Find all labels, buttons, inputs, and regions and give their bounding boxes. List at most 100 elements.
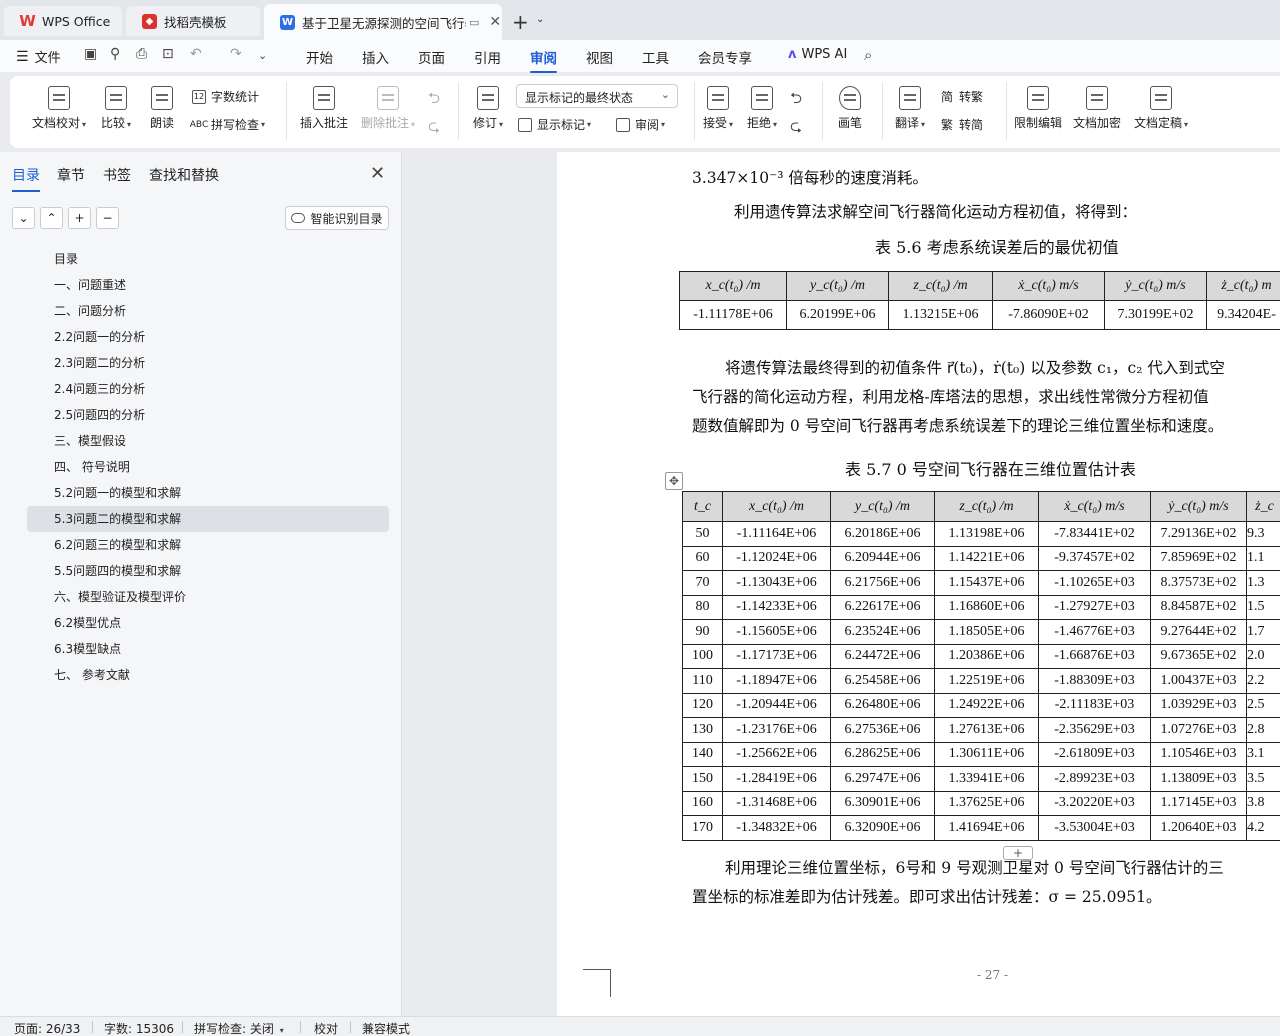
track-changes-button[interactable]: 修订 ▾ <box>466 86 510 131</box>
share-icon[interactable]: ⚲ <box>110 46 120 62</box>
table2-cell[interactable]: 6.30901E+06 <box>830 790 935 816</box>
tab-daoke-templates[interactable]: ◆ 找稻壳模板 <box>126 6 260 36</box>
table2-cell[interactable]: 1.30611E+06 <box>934 741 1039 767</box>
table2-cell[interactable]: 6.21756E+06 <box>830 570 935 596</box>
table2-cell[interactable]: -1.20944E+06 <box>722 692 831 718</box>
table2-cell[interactable]: -1.25662E+06 <box>722 741 831 767</box>
table2-cell[interactable]: 4.2 <box>1246 815 1280 841</box>
previous-change-icon[interactable]: ⮌ <box>790 88 802 113</box>
table2-cell[interactable]: 1.15437E+06 <box>934 570 1039 596</box>
next-change-icon[interactable]: ⮎ <box>790 116 802 141</box>
table2-cell[interactable]: 6.20944E+06 <box>830 545 935 571</box>
table2-cell[interactable]: 6.25458E+06 <box>830 668 935 694</box>
table2-cell[interactable]: 1.7 <box>1246 619 1280 645</box>
table2-cell[interactable]: -3.20220E+03 <box>1038 790 1151 816</box>
read-aloud-button[interactable]: 朗读 <box>146 86 178 131</box>
previous-comment-icon[interactable]: ⮌ <box>428 88 440 113</box>
toc-item[interactable]: 2.4问题三的分析 <box>0 376 402 402</box>
table2-cell[interactable]: 140 <box>682 741 723 767</box>
menu-member[interactable]: 会员专享 <box>698 47 752 67</box>
toc-item[interactable]: 七、 参考文献 <box>0 662 402 688</box>
status-word-count[interactable]: 字数: 15306 <box>104 1020 174 1036</box>
toc-item[interactable]: 2.5问题四的分析 <box>0 402 402 428</box>
table1-cell[interactable]: 6.20199E+06 <box>786 300 889 330</box>
table2-cell[interactable]: 6.27536E+06 <box>830 717 935 743</box>
toc-item[interactable]: 四、 符号说明 <box>0 454 402 480</box>
table2-cell[interactable]: 3.8 <box>1246 790 1280 816</box>
table2-cell[interactable]: 7.85969E+02 <box>1150 545 1247 571</box>
toc-item[interactable]: 六、模型验证及模型评价 <box>0 584 402 610</box>
redo-icon[interactable]: ↷ <box>230 46 242 62</box>
restrict-edit-button[interactable]: 限制编辑 <box>1012 86 1064 131</box>
table2-cell[interactable]: 160 <box>682 790 723 816</box>
delete-comment-button[interactable]: 删除批注 ▾ <box>356 86 420 131</box>
table2-cell[interactable]: 1.20386E+06 <box>934 643 1039 669</box>
toc-item[interactable]: 6.2模型优点 <box>0 610 402 636</box>
menu-page[interactable]: 页面 <box>418 47 445 67</box>
nav-tab-toc[interactable]: 目录 <box>12 165 40 192</box>
toc-item[interactable]: 目录 <box>0 246 402 272</box>
markup-state-select[interactable]: 显示标记的最终状态 ⌄ <box>516 84 678 108</box>
table1-header-cell[interactable]: x_c(t₀) /m <box>679 271 787 301</box>
table1-header-cell[interactable]: ż_c(t₀) m <box>1206 271 1280 301</box>
table2-cell[interactable]: 1.16860E+06 <box>934 594 1039 620</box>
add-heading-icon[interactable]: + <box>68 207 91 229</box>
file-menu[interactable]: ☰ 文件 <box>16 47 61 67</box>
table2-header-cell[interactable]: x_c(t₀) /m <box>722 491 831 522</box>
table2-cell[interactable]: 80 <box>682 594 723 620</box>
table1-cell[interactable]: 7.30199E+02 <box>1104 300 1207 330</box>
tab-list-chevron-icon[interactable]: ⌄ <box>536 14 544 25</box>
table2-cell[interactable]: -1.28419E+06 <box>722 766 831 792</box>
doc-check-button[interactable]: 文档校对 ▾ <box>28 86 90 131</box>
table2-cell[interactable]: 1.5 <box>1246 594 1280 620</box>
table2-cell[interactable]: -1.17173E+06 <box>722 643 831 669</box>
table2-cell[interactable]: 2.8 <box>1246 717 1280 743</box>
close-icon[interactable]: ✕ <box>370 163 385 184</box>
table2-header-cell[interactable]: ż_c <box>1246 491 1280 522</box>
toc-item[interactable]: 6.2问题三的模型和求解 <box>0 532 402 558</box>
document-area[interactable]: 3.347×10⁻³ 倍每秒的速度消耗。 利用遗传算法求解空间飞行器简化运动方程… <box>403 152 1280 1016</box>
table2-cell[interactable]: -1.14233E+06 <box>722 594 831 620</box>
menu-review[interactable]: 审阅 <box>530 47 557 73</box>
toc-item[interactable]: 2.2问题一的分析 <box>0 324 402 350</box>
table2-cell[interactable]: 9.3 <box>1246 521 1280 547</box>
table2-cell[interactable]: 70 <box>682 570 723 596</box>
tab-wps-office[interactable]: W WPS Office <box>4 6 122 36</box>
table2-cell[interactable]: -1.27927E+03 <box>1038 594 1151 620</box>
nav-tab-bookmarks[interactable]: 书签 <box>103 165 131 185</box>
to-simplified-button[interactable]: 繁 转简 <box>940 116 983 133</box>
menu-tools[interactable]: 工具 <box>642 47 669 67</box>
table2-cell[interactable]: 130 <box>682 717 723 743</box>
table2-cell[interactable]: 9.27644E+02 <box>1150 619 1247 645</box>
menu-insert[interactable]: 插入 <box>362 47 389 67</box>
table2-cell[interactable]: 1.3 <box>1246 570 1280 596</box>
table2-cell[interactable]: 6.22617E+06 <box>830 594 935 620</box>
table2-cell[interactable]: 2.2 <box>1246 668 1280 694</box>
table2-cell[interactable]: 1.00437E+03 <box>1150 668 1247 694</box>
to-traditional-button[interactable]: 简 转繁 <box>940 88 983 105</box>
table2-cell[interactable]: 100 <box>682 643 723 669</box>
table2-cell[interactable]: 1.14221E+06 <box>934 545 1039 571</box>
table2-cell[interactable]: 2.5 <box>1246 692 1280 718</box>
table2-cell[interactable]: 3.5 <box>1246 766 1280 792</box>
review-pane-button[interactable]: 审阅 ▾ <box>616 116 665 133</box>
show-markup-button[interactable]: 显示标记 ▾ <box>518 116 591 133</box>
spell-check-button[interactable]: ABC 拼写检查 ▾ <box>190 116 265 133</box>
toc-item[interactable]: 一、问题重述 <box>0 272 402 298</box>
table2-cell[interactable]: 1.1 <box>1246 545 1280 571</box>
menu-wps-ai[interactable]: ᴧ WPS AI <box>788 47 847 62</box>
document-page[interactable]: 3.347×10⁻³ 倍每秒的速度消耗。 利用遗传算法求解空间飞行器简化运动方程… <box>557 152 1280 1016</box>
table2-cell[interactable]: 1.24922E+06 <box>934 692 1039 718</box>
save-icon[interactable]: ▣ <box>84 46 97 62</box>
search-icon[interactable]: ⌕ <box>864 46 872 64</box>
table2-cell[interactable]: 90 <box>682 619 723 645</box>
table2-cell[interactable]: -2.35629E+03 <box>1038 717 1151 743</box>
table1-header-cell[interactable]: z_c(t₀) /m <box>888 271 993 301</box>
table2-cell[interactable]: -9.37457E+02 <box>1038 545 1151 571</box>
nav-tab-chapters[interactable]: 章节 <box>57 165 85 185</box>
print-preview-icon[interactable]: ⊡ <box>162 46 174 62</box>
table2-cell[interactable]: -1.66876E+03 <box>1038 643 1151 669</box>
table2-cell[interactable]: 9.67365E+02 <box>1150 643 1247 669</box>
table2-cell[interactable]: 6.28625E+06 <box>830 741 935 767</box>
toc-item[interactable]: 5.2问题一的模型和求解 <box>0 480 402 506</box>
